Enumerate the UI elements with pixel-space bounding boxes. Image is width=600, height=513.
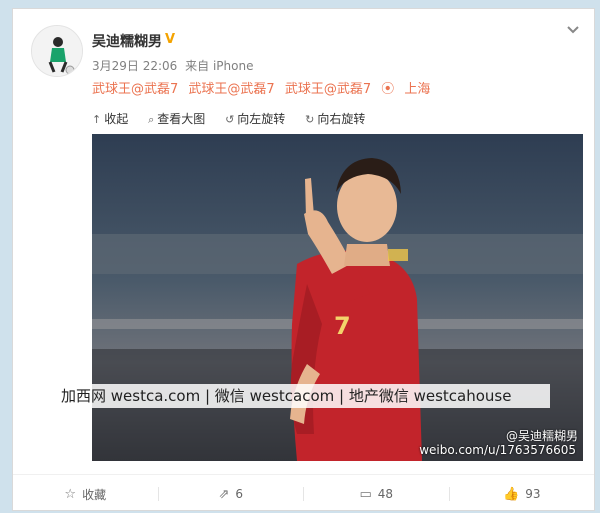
tag-link[interactable]: 武球王@武磊7 [188, 82, 274, 97]
comment-button[interactable]: ▭ 48 [304, 475, 449, 513]
watermark-overlay: 加西网 westca.com | 微信 westcacom | 地产微信 wes… [51, 384, 550, 408]
avatar[interactable] [31, 25, 83, 77]
image-toolbar: ↑ 收起 ⌕ 查看大图 ↺ 向左旋转 ↻ 向右旋转 [92, 110, 381, 127]
chevron-down-icon[interactable] [566, 23, 580, 37]
rotate-left-button[interactable]: ↺ 向左旋转 [225, 110, 285, 127]
repost-icon: ⇗ [218, 486, 230, 502]
rotate-right-label: 向右旋转 [317, 112, 366, 126]
comment-count: 48 [377, 487, 394, 501]
post-photo[interactable]: 7 [92, 134, 583, 461]
star-icon: ☆ [64, 486, 77, 502]
rotate-left-icon: ↺ [225, 113, 235, 126]
timestamp[interactable]: 3月29日 22:06 [92, 59, 177, 73]
repost-button[interactable]: ⇗ 6 [159, 475, 304, 513]
tag-link[interactable]: 武球王@武磊7 [92, 82, 178, 97]
comment-icon: ▭ [359, 486, 372, 502]
search-icon: ⌕ [148, 113, 155, 126]
like-button[interactable]: 👍 93 [450, 475, 595, 513]
source: 来自 iPhone [185, 59, 254, 73]
tag-link[interactable]: 武球王@武磊7 [285, 82, 371, 97]
collapse-icon: ↑ [92, 113, 102, 126]
collapse-label: 收起 [104, 112, 129, 126]
rotate-left-label: 向左旋转 [237, 112, 286, 126]
view-large-label: 查看大图 [157, 112, 206, 126]
verified-badge-icon: V [165, 32, 176, 47]
rotate-right-button[interactable]: ↻ 向右旋转 [305, 110, 365, 127]
photo-image: 7 [92, 134, 583, 461]
location[interactable]: 上海 [404, 82, 430, 97]
post-meta: 3月29日 22:06 来自 iPhone [92, 57, 257, 74]
view-large-button[interactable]: ⌕ 查看大图 [148, 110, 205, 127]
avatar-image [32, 26, 82, 76]
action-bar: ☆ 收藏 ⇗ 6 ▭ 48 👍 93 [13, 474, 594, 513]
favorite-label: 收藏 [82, 487, 107, 502]
repost-count: 6 [235, 487, 244, 501]
weibo-post-card: 吴迪糯糊男 V 3月29日 22:06 来自 iPhone 武球王@武磊7 武球… [12, 8, 595, 511]
rotate-right-icon: ↻ [305, 113, 315, 126]
photo-credit-username: @吴迪糯糊男 [505, 429, 578, 443]
username[interactable]: 吴迪糯糊男 [92, 31, 162, 51]
post-text: 武球王@武磊7 武球王@武磊7 武球王@武磊7 ⦿ 上海 [92, 78, 436, 97]
svg-text:7: 7 [334, 312, 351, 340]
photo-credit-url: weibo.com/u/1763576605 [419, 443, 576, 457]
location-pin-icon: ⦿ [381, 82, 395, 97]
like-count: 93 [525, 487, 541, 501]
thumbs-up-icon: 👍 [503, 486, 520, 502]
collapse-button[interactable]: ↑ 收起 [92, 110, 128, 127]
favorite-button[interactable]: ☆ 收藏 [13, 475, 158, 513]
